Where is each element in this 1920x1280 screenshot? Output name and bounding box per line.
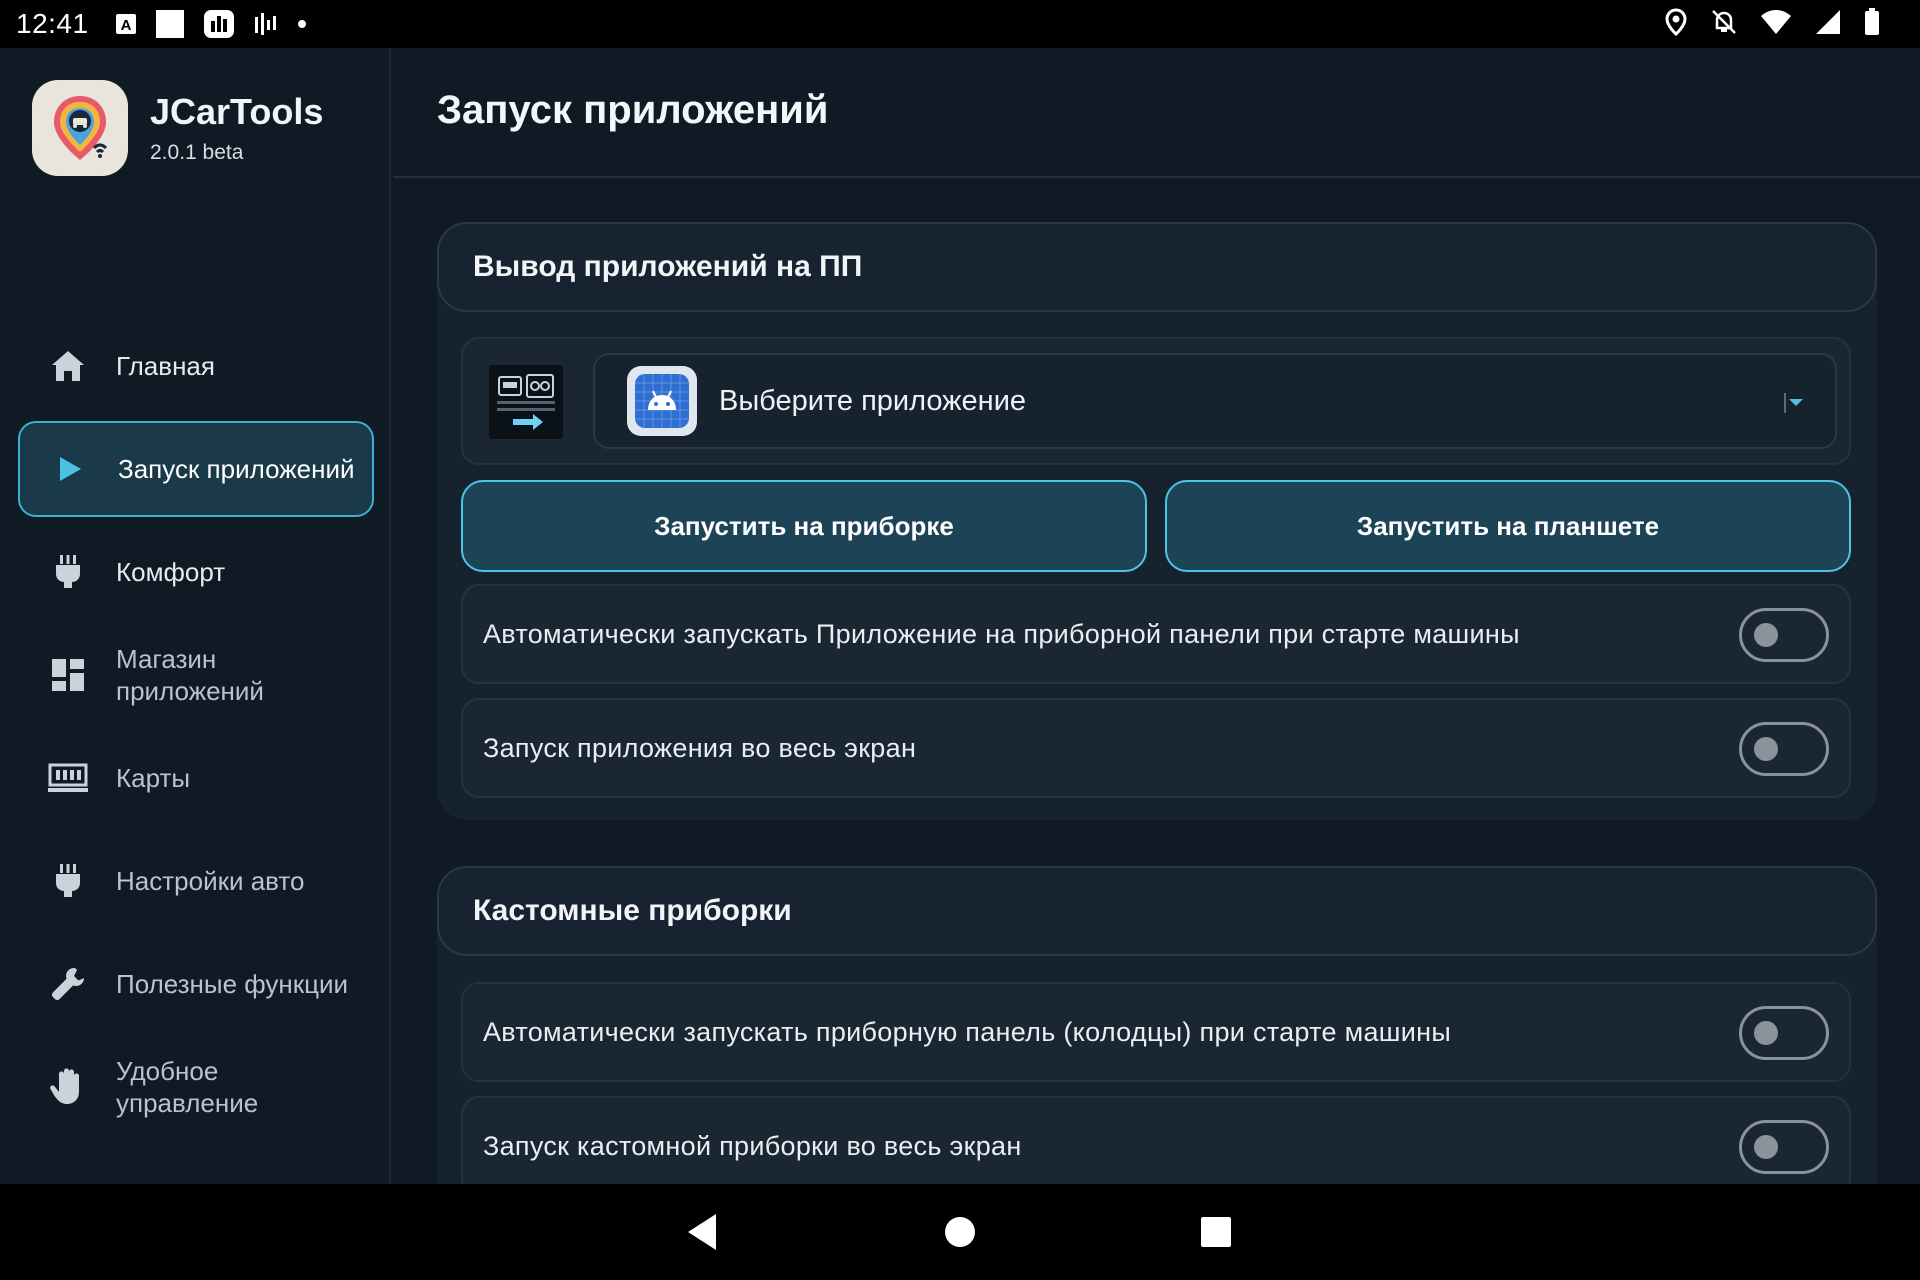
play-icon xyxy=(50,449,90,489)
sidebar: JCarTools 2.0.1 beta Главная Запуск прил… xyxy=(0,48,391,1184)
title-divider xyxy=(393,176,1920,178)
recents-icon[interactable] xyxy=(1190,1206,1242,1258)
navigation-bar xyxy=(0,1184,1920,1280)
sidebar-item-label: Полезные функции xyxy=(116,969,349,999)
launch-on-tablet-button[interactable]: Запустить на планшете xyxy=(1165,480,1851,572)
signal-icon xyxy=(1814,9,1842,40)
toggle-row-fullscreen-app: Запуск приложения во весь экран xyxy=(461,698,1851,798)
toggle-knob xyxy=(1754,737,1778,761)
sidebar-item-label: Запуск приложений xyxy=(118,454,355,484)
sidebar-item-comfort[interactable]: Комфорт xyxy=(18,524,374,620)
status-right-icons xyxy=(1664,0,1880,48)
back-icon[interactable] xyxy=(676,1206,728,1258)
sidebar-item-useful-functions[interactable]: Полезные функции xyxy=(18,936,374,1032)
toggle-label: Автоматически запускать Приложение на пр… xyxy=(483,618,1520,649)
launch-on-cluster-button[interactable]: Запустить на приборке xyxy=(461,480,1147,572)
svg-text:A: A xyxy=(120,17,131,34)
auto-launch-app-toggle[interactable] xyxy=(1739,608,1829,662)
plug-icon xyxy=(48,552,88,592)
auto-launch-cluster-toggle[interactable] xyxy=(1739,1006,1829,1060)
sidebar-nav: Главная Запуск приложений Комфорт Магази… xyxy=(18,318,374,1142)
sidebar-item-label: Удобное управление xyxy=(116,1056,259,1118)
app-logo-icon xyxy=(32,80,128,176)
sidebar-item-easy-control[interactable]: Удобное управление xyxy=(18,1039,374,1135)
sidebar-item-home[interactable]: Главная xyxy=(18,318,374,414)
toggle-knob xyxy=(1754,1135,1778,1159)
sidebar-item-label: Настройки авто xyxy=(116,866,305,896)
sidebar-item-label: Главная xyxy=(116,351,215,381)
map-icon xyxy=(48,758,88,798)
sidebar-item-label: Комфорт xyxy=(116,557,226,587)
toggle-label: Запуск кастомной приборки во весь экран xyxy=(483,1130,1022,1161)
sidebar-item-car-settings[interactable]: Настройки авто xyxy=(18,833,374,929)
page-title: Запуск приложений xyxy=(437,88,829,132)
battery-icon xyxy=(1864,7,1880,41)
section-header: Вывод приложений на ПП xyxy=(437,222,1877,312)
android-app-icon xyxy=(627,366,697,436)
location-icon xyxy=(1664,7,1688,41)
app-badge-icon xyxy=(203,9,235,39)
section-title: Кастомные приборки xyxy=(473,894,792,927)
app-select-dropdown[interactable]: Выберите приложение xyxy=(593,353,1837,449)
home-icon xyxy=(48,346,88,386)
toggle-row-fullscreen-cluster: Запуск кастомной приборки во весь экран xyxy=(461,1096,1851,1184)
home-circle-icon[interactable] xyxy=(934,1206,986,1258)
keyboard-a-icon: A xyxy=(115,13,137,35)
fullscreen-app-toggle[interactable] xyxy=(1739,722,1829,776)
chevron-down-icon xyxy=(1783,391,1807,415)
wrench-icon xyxy=(48,964,88,1004)
brand-text: JCarTools 2.0.1 beta xyxy=(150,91,323,165)
sound-bars-icon xyxy=(253,11,279,37)
status-time: 12:41 xyxy=(16,8,89,39)
app-version: 2.0.1 beta xyxy=(150,141,244,164)
section-cluster-apps: Вывод приложений на ПП Выберите приложен… xyxy=(437,222,1877,820)
wifi-icon xyxy=(1760,9,1792,40)
dashboard-grid-icon xyxy=(48,655,88,695)
brand: JCarTools 2.0.1 beta xyxy=(32,80,323,176)
sidebar-item-label: Магазин приложений xyxy=(116,644,264,706)
white-square-icon xyxy=(155,9,185,39)
notifications-off-icon xyxy=(1710,8,1738,41)
select-placeholder: Выберите приложение xyxy=(719,384,1027,417)
section-title: Вывод приложений на ПП xyxy=(473,250,863,283)
toggle-label: Запуск приложения во весь экран xyxy=(483,732,917,763)
section-header: Кастомные приборки xyxy=(437,866,1877,956)
toggle-knob xyxy=(1754,623,1778,647)
toggle-knob xyxy=(1754,1021,1778,1045)
sidebar-item-app-store[interactable]: Магазин приложений xyxy=(18,627,374,723)
section-custom-clusters: Кастомные приборки Автоматически запуска… xyxy=(437,866,1877,1184)
app-name: JCarTools xyxy=(150,91,324,132)
plug-icon xyxy=(48,861,88,901)
sidebar-item-maps[interactable]: Карты xyxy=(18,730,374,826)
app-picker-row: Выберите приложение xyxy=(461,337,1851,465)
hand-icon xyxy=(48,1067,88,1107)
main-content: Запуск приложений Вывод приложений на ПП xyxy=(393,48,1920,1184)
fullscreen-cluster-toggle[interactable] xyxy=(1739,1120,1829,1174)
sidebar-item-label: Карты xyxy=(116,763,191,793)
sidebar-item-app-launch[interactable]: Запуск приложений xyxy=(18,421,374,517)
app-root: 12:41 A JCarTools 2.0.1 beta Главная Зап… xyxy=(0,0,1920,1280)
cluster-screens-icon xyxy=(489,365,563,439)
toggle-row-auto-launch-app: Автоматически запускать Приложение на пр… xyxy=(461,584,1851,684)
dot-icon xyxy=(297,19,307,29)
toggle-label: Автоматически запускать приборную панель… xyxy=(483,1016,1452,1047)
status-bar: 12:41 A xyxy=(0,0,1920,48)
toggle-row-auto-launch-cluster: Автоматически запускать приборную панель… xyxy=(461,982,1851,1082)
